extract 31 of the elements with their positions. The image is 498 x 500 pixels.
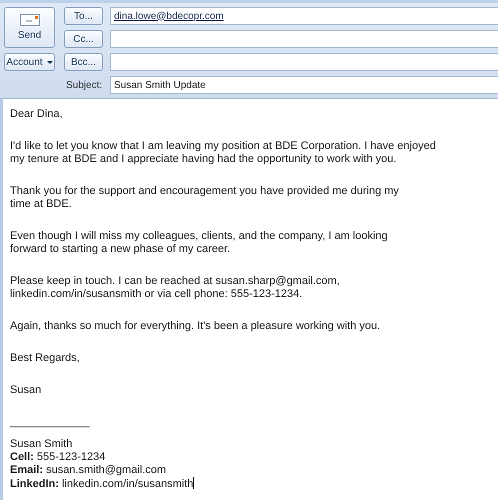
- message-text: my tenure at BDE and I appreciate having had the opportunity to work with you.: [10, 153, 396, 165]
- text-cursor: [193, 477, 194, 489]
- message-text: Even though I will miss my colleagues, clients, and the company, I am looking: [10, 230, 388, 242]
- message-text: Again, thanks so much for everything. It's been a pleasure working with you.: [10, 320, 380, 332]
- recipient-button[interactable]: To...: [64, 7, 103, 25]
- message-text: time at BDE.: [10, 198, 72, 210]
- recipient-field[interactable]: [110, 53, 498, 71]
- caret-icon: [46, 60, 53, 64]
- message-text: linkedin.com/in/susansmith or via cell phone: 555-123-1234.: [10, 288, 302, 300]
- account-button[interactable]: Account: [4, 53, 55, 71]
- recipient-button[interactable]: Bcc...: [64, 53, 103, 71]
- message-text: forward to starting a new phase of my career.: [10, 243, 230, 255]
- message-text: Dear Dina,: [10, 108, 63, 120]
- message-text: I'd like to let you know that I am leaving my position at BDE Corporation. I have enjoyed: [10, 140, 436, 152]
- message-body[interactable]: [0, 98, 498, 500]
- subject-field[interactable]: Susan Smith Update: [110, 76, 498, 94]
- signature-rule: _____________: [10, 416, 90, 428]
- message-text: Susan: [10, 384, 42, 396]
- recipient-field[interactable]: dina.lowe@bdecopr.com: [110, 7, 498, 25]
- subject-label: Subject:: [65, 80, 102, 90]
- signature-line: Email: susan.smith@gmail.com: [10, 464, 166, 476]
- send-button[interactable]: Send: [4, 7, 55, 48]
- signature-line: LinkedIn: linkedin.com/in/susansmith: [10, 478, 194, 490]
- message-text: Please keep in touch. I can be reached at susan.sharp@gmail.com,: [10, 275, 340, 287]
- recipient-field[interactable]: [110, 30, 498, 48]
- recipient-button[interactable]: Cc...: [64, 30, 103, 48]
- signature-line: Susan Smith: [10, 438, 72, 450]
- message-text: Best Regards,: [10, 352, 80, 364]
- signature-line: Cell: 555-123-1234: [10, 451, 106, 463]
- envelope-icon: [20, 14, 40, 26]
- message-text: Thank you for the support and encouragement you have provided me during my: [10, 185, 399, 197]
